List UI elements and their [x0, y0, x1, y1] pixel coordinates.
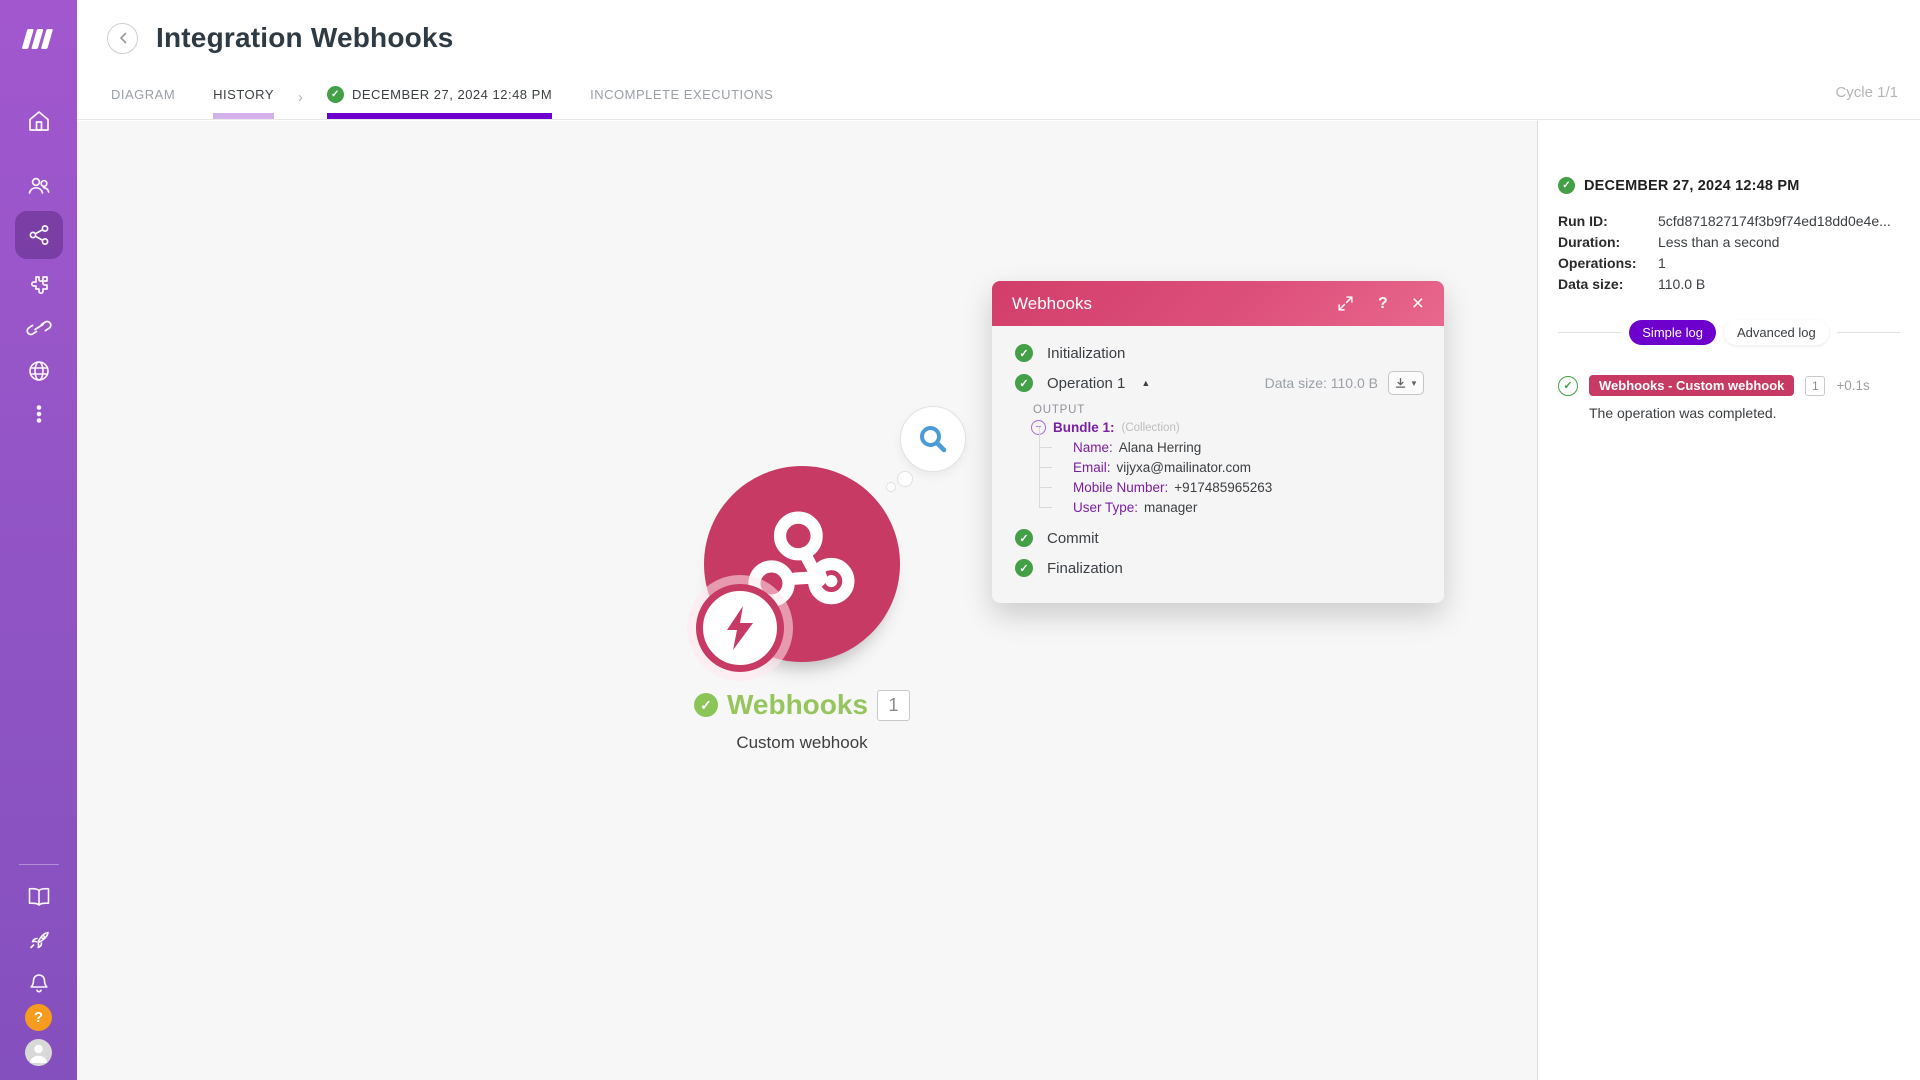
- simple-log-button[interactable]: Simple log: [1629, 320, 1716, 345]
- tab-incomplete-executions[interactable]: INCOMPLETE EXECUTIONS: [590, 76, 773, 119]
- more-dots-icon: [27, 402, 51, 426]
- top-bar: Integration Webhooks DIAGRAM HISTORY › ✓…: [77, 0, 1920, 120]
- link-icon: [26, 316, 52, 340]
- detail-data-size: Data size: 110.0 B: [1558, 273, 1900, 294]
- make-logo-icon[interactable]: [0, 0, 77, 77]
- success-check-icon: ✓: [1558, 177, 1575, 194]
- arrow-left-icon: [115, 30, 131, 46]
- inspect-bubble[interactable]: [900, 406, 966, 472]
- output-section-label: OUTPUT: [1033, 404, 1444, 416]
- log-entry: ✓ Webhooks - Custom webhook 1 +0.1s The …: [1558, 375, 1900, 421]
- magnifier-icon: [916, 422, 950, 456]
- step-operation: ✓ Operation 1 ▲ Data size: 110.0 B ▼: [992, 368, 1444, 398]
- bubble-dot: [897, 471, 913, 487]
- success-check-icon: ✓: [1015, 559, 1033, 577]
- sidebar-item-scenarios[interactable]: [15, 211, 63, 259]
- sidebar-item-notifications[interactable]: [15, 961, 63, 1004]
- popup-body: ✓ Initialization ✓ Operation 1 ▲ Data si…: [992, 326, 1444, 593]
- sidebar-item-more[interactable]: [15, 392, 63, 435]
- field-mobile: Mobile Number: +917485965263: [1055, 477, 1444, 497]
- operations-count-badge[interactable]: 1: [877, 690, 910, 721]
- step-initialization: ✓ Initialization: [992, 338, 1444, 368]
- globe-icon: [27, 359, 51, 383]
- sidebar-item-connections[interactable]: [15, 306, 63, 349]
- field-user-type: User Type: manager: [1055, 497, 1444, 517]
- back-button[interactable]: [107, 23, 138, 54]
- book-icon: [26, 885, 52, 909]
- detail-run-id: Run ID: 5cfd871827174f3b9f74ed18dd0e4e..…: [1558, 210, 1900, 231]
- scenarios-share-icon: [27, 223, 51, 247]
- bell-icon: [27, 971, 51, 995]
- popup-header[interactable]: Webhooks ? ×: [992, 281, 1444, 326]
- sidebar: ?: [0, 0, 77, 1080]
- detail-duration: Duration: Less than a second: [1558, 231, 1900, 252]
- bundle-type: (Collection): [1122, 422, 1180, 434]
- person-icon: [25, 1039, 52, 1066]
- field-name: Name: Alana Herring: [1055, 437, 1444, 457]
- sidebar-item-whats-new[interactable]: [15, 918, 63, 961]
- help-button[interactable]: ?: [25, 1004, 52, 1031]
- rocket-icon: [26, 928, 52, 952]
- tab-history[interactable]: HISTORY: [213, 76, 274, 119]
- popup-title: Webhooks: [1012, 294, 1337, 314]
- sidebar-item-team[interactable]: [15, 164, 63, 207]
- scenario-canvas: ✓ Webhooks 1 Custom webhook Webhooks ? ×: [77, 121, 1537, 1080]
- instant-trigger-badge[interactable]: [696, 584, 784, 672]
- advanced-log-button[interactable]: Advanced log: [1724, 320, 1829, 345]
- execution-summary-panel: ✓ DECEMBER 27, 2024 12:48 PM Run ID: 5cf…: [1537, 121, 1920, 1080]
- team-icon: [26, 174, 52, 198]
- field-email: Email: vijyxa@mailinator.com: [1055, 457, 1444, 477]
- log-duration: +0.1s: [1836, 378, 1869, 393]
- collapse-caret-icon[interactable]: ▲: [1141, 378, 1150, 388]
- download-icon: [1394, 377, 1407, 390]
- cycle-indicator: Cycle 1/1: [1835, 84, 1898, 101]
- log-message: The operation was completed.: [1589, 405, 1900, 421]
- log-toggle: Simple log Advanced log: [1558, 320, 1900, 345]
- success-check-icon: ✓: [327, 86, 344, 103]
- sidebar-item-docs[interactable]: [15, 875, 63, 918]
- sidebar-divider: [19, 864, 59, 865]
- download-button[interactable]: ▼: [1388, 371, 1424, 395]
- sidebar-item-templates[interactable]: [15, 263, 63, 306]
- puzzle-icon: [27, 273, 51, 297]
- bundle-fields: Name: Alana Herring Email: vijyxa@mailin…: [1055, 437, 1444, 517]
- module-name: Webhooks: [727, 689, 868, 721]
- log-count-badge: 1: [1805, 376, 1825, 396]
- data-size-label: Data size: 110.0 B: [1265, 375, 1378, 391]
- expand-icon[interactable]: [1337, 295, 1354, 312]
- bundle-row: − Bundle 1: (Collection): [1031, 420, 1444, 435]
- module-label-row: ✓ Webhooks 1: [674, 689, 930, 721]
- step-commit: ✓ Commit: [992, 523, 1444, 553]
- divider: [1558, 332, 1621, 333]
- execution-details: Run ID: 5cfd871827174f3b9f74ed18dd0e4e..…: [1558, 210, 1900, 294]
- chevron-right-icon: ›: [298, 89, 303, 106]
- page-title: Integration Webhooks: [156, 22, 454, 54]
- bubble-dot: [886, 482, 896, 492]
- close-icon[interactable]: ×: [1412, 292, 1424, 316]
- sidebar-item-web[interactable]: [15, 349, 63, 392]
- success-check-outline-icon: ✓: [1558, 376, 1578, 396]
- user-avatar[interactable]: [25, 1039, 52, 1066]
- tab-execution-date[interactable]: ✓ DECEMBER 27, 2024 12:48 PM: [327, 76, 552, 119]
- caret-down-icon: ▼: [1410, 379, 1418, 388]
- lightning-icon: [720, 604, 760, 652]
- sidebar-item-home[interactable]: [15, 99, 63, 142]
- module-subtitle: Custom webhook: [704, 733, 900, 753]
- divider: [1837, 332, 1900, 333]
- success-check-icon: ✓: [1015, 344, 1033, 362]
- module-success-check-icon: ✓: [694, 693, 718, 717]
- popup-help-icon[interactable]: ?: [1378, 295, 1388, 313]
- success-check-icon: ✓: [1015, 374, 1033, 392]
- execution-detail-popup: Webhooks ? × ✓ Initialization: [992, 281, 1444, 603]
- bundle-label: Bundle 1:: [1053, 420, 1115, 435]
- home-icon: [27, 109, 51, 133]
- success-check-icon: ✓: [1015, 529, 1033, 547]
- step-finalization: ✓ Finalization: [992, 553, 1444, 583]
- log-module-badge[interactable]: Webhooks - Custom webhook: [1589, 375, 1794, 396]
- page: ? Integration Webhooks DIAGRAM HISTORY ›…: [0, 0, 1920, 1080]
- tabs-bar: DIAGRAM HISTORY › ✓ DECEMBER 27, 2024 12…: [77, 76, 1920, 119]
- tab-diagram[interactable]: DIAGRAM: [111, 76, 175, 119]
- detail-operations: Operations: 1: [1558, 252, 1900, 273]
- execution-heading: ✓ DECEMBER 27, 2024 12:48 PM: [1558, 177, 1900, 194]
